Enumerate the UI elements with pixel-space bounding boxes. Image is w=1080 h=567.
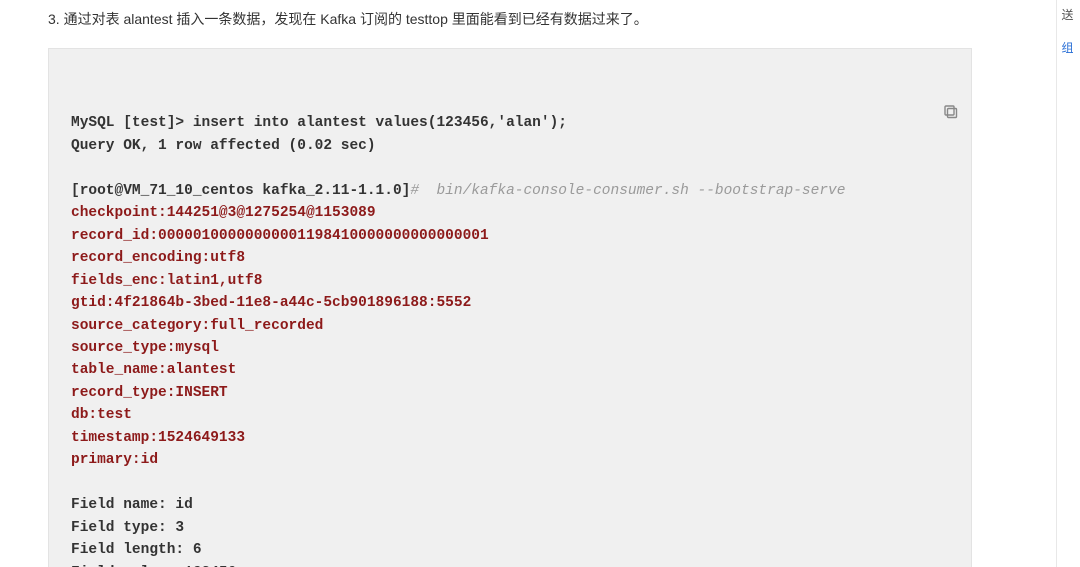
- code-line: record_type:INSERT: [71, 385, 228, 401]
- code-line: source_category:full_recorded: [71, 318, 323, 334]
- code-line: Query OK, 1 row affected (0.02 sec): [71, 138, 376, 154]
- copy-icon[interactable]: [943, 59, 959, 75]
- sidebar-item-2[interactable]: 组: [1061, 39, 1073, 56]
- right-sidebar: 送 组: [1056, 0, 1078, 567]
- code-line: MySQL [test]> insert into alantest value…: [71, 115, 567, 131]
- code-line: table_name:alantest: [71, 362, 236, 378]
- content-column: 3. 通过对表 alantest 插入一条数据，发现在 Kafka 订阅的 te…: [0, 8, 1002, 567]
- page: 3. 通过对表 alantest 插入一条数据，发现在 Kafka 订阅的 te…: [0, 0, 1080, 567]
- code-block: MySQL [test]> insert into alantest value…: [48, 48, 972, 567]
- code-line: primary:id: [71, 452, 158, 468]
- code-line: timestamp:1524649133: [71, 430, 245, 446]
- code-prompt: [root@VM_71_10_centos kafka_2.11-1.1.0]: [71, 183, 410, 199]
- code-line: Field type: 3: [71, 520, 184, 536]
- code-line: record_encoding:utf8: [71, 250, 245, 266]
- code-line: [root@VM_71_10_centos kafka_2.11-1.1.0]#…: [71, 183, 845, 199]
- sidebar-item-1[interactable]: 送: [1061, 6, 1073, 23]
- code-line: record_id:000001000000000011984100000000…: [71, 228, 489, 244]
- step-description: 3. 通过对表 alantest 插入一条数据，发现在 Kafka 订阅的 te…: [48, 8, 972, 30]
- code-line: gtid:4f21864b-3bed-11e8-a44c-5cb90189618…: [71, 295, 471, 311]
- code-line: fields_enc:latin1,utf8: [71, 273, 262, 289]
- code-command: # bin/kafka-console-consumer.sh --bootst…: [410, 183, 845, 199]
- code-line: checkpoint:144251@3@1275254@1153089: [71, 205, 376, 221]
- code-line: source_type:mysql: [71, 340, 219, 356]
- code-line: Field length: 6: [71, 542, 202, 558]
- code-line: db:test: [71, 407, 132, 423]
- code-line: Field name: id: [71, 497, 193, 513]
